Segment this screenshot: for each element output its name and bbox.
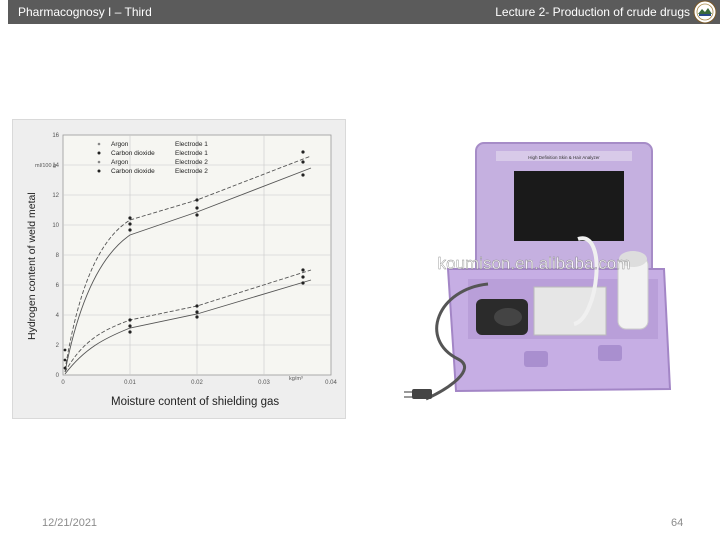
legend-marker (97, 151, 101, 155)
lecture-title: Lecture 2- Production of crude drugs (495, 5, 690, 19)
page-number: 64 (671, 517, 684, 529)
x-tick-label: 0.04 (325, 380, 337, 386)
y-tick-label: 0 (56, 373, 60, 379)
alibaba-watermark: koumison.en.alibaba.com (438, 254, 631, 273)
x-tick-label: 0.01 (124, 380, 136, 386)
footer-date: 12/21/2021 (42, 517, 98, 529)
y-tick-label: 8 (56, 253, 60, 259)
y-tick-label: 16 (52, 133, 59, 139)
x-tick-label: 0 (61, 380, 65, 386)
y-tick-label: 2 (56, 343, 60, 349)
x-tick-label: 0.03 (258, 380, 270, 386)
device-screen-caption: High Definition Skin & Hair Analyzer (528, 155, 600, 160)
legend-gas: Argon (111, 159, 129, 166)
legend-marker (97, 160, 101, 164)
y-tick-label: 12 (52, 193, 59, 199)
legend-gas: Argon (111, 141, 129, 148)
legend-electrode: Electrode 2 (175, 159, 208, 166)
legend-marker (97, 142, 101, 146)
device-screen (514, 171, 624, 241)
hydrogen-moisture-chart-image: 16 14 12 10 8 6 4 2 0 ml/100 g 0 0.01 0.… (12, 119, 346, 419)
university-seal-icon (693, 0, 717, 24)
legend-gas: Carbon dioxide (111, 150, 155, 157)
legend-electrode: Electrode 2 (175, 168, 208, 175)
x-unit-label: kg/m³ (289, 376, 303, 382)
header-bar: Pharmacognosy I – Third Lecture 2- Produ… (8, 0, 720, 24)
x-tick-label: 0.02 (191, 380, 203, 386)
skin-hair-analyzer-device-image: High Definition Skin & Hair Analyzer kou… (348, 119, 720, 419)
course-title: Pharmacognosy I – Third (18, 5, 152, 19)
x-axis-title: Moisture content of shielding gas (111, 396, 279, 408)
legend-gas: Carbon dioxide (111, 168, 155, 175)
y-tick-label: 10 (52, 223, 59, 229)
legend-marker (97, 169, 101, 173)
y-unit-label: ml/100 g (35, 163, 56, 169)
legend-electrode: Electrode 1 (175, 150, 208, 157)
legend-electrode: Electrode 1 (175, 141, 208, 148)
y-tick-label: 6 (56, 283, 60, 289)
y-tick-label: 4 (56, 313, 60, 319)
y-axis-title: Hydrogen content of weld metal (26, 192, 38, 340)
